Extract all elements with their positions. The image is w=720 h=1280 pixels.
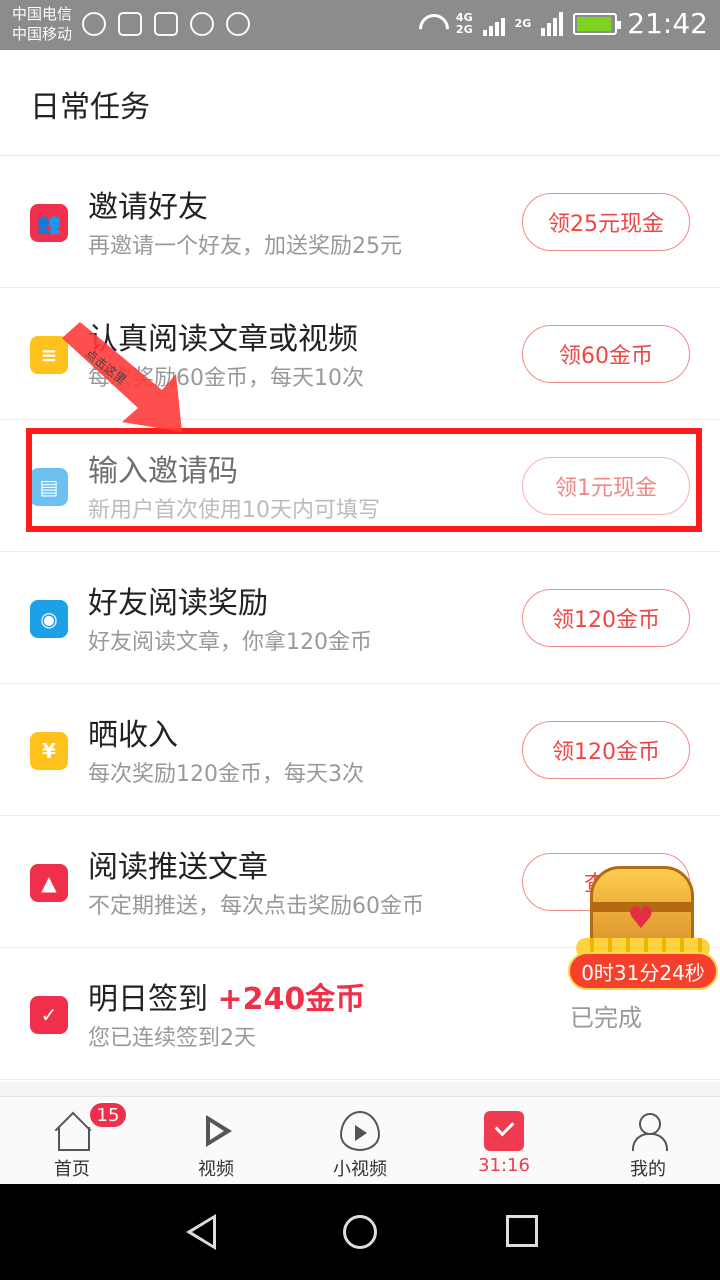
notification-badge: 15 xyxy=(88,1101,128,1129)
task-title-text: 晒收入 xyxy=(88,718,178,753)
user-icon xyxy=(628,1111,668,1151)
task-title: 明日签到 +240金币 xyxy=(88,974,365,1018)
tab-home[interactable]: 首页 15 xyxy=(0,1097,144,1184)
signal-icon-1 xyxy=(482,12,505,36)
clock: 21:42 xyxy=(627,7,708,40)
chest-timer: 0时31分24秒 xyxy=(568,952,718,990)
task-title: 阅读推送文章 xyxy=(88,842,268,886)
task-reward-button[interactable]: 领25元现金 xyxy=(522,193,690,251)
task-reward-button[interactable]: 领120金币 xyxy=(522,589,690,647)
section-divider xyxy=(0,1082,720,1096)
page-header: 日常任务 xyxy=(0,50,720,156)
stamp-icon xyxy=(154,12,178,36)
wechat-icon xyxy=(82,12,106,36)
task-reward-button[interactable]: 领1元现金 xyxy=(522,457,690,515)
battery-icon xyxy=(573,13,622,35)
task-title-text: 认真阅读文章或视频 xyxy=(88,322,358,357)
task-title-text: 明日签到 xyxy=(88,982,208,1017)
ticket-icon: ▤ xyxy=(30,468,68,506)
task-subtitle: 您已连续签到2天 xyxy=(88,1026,256,1051)
calendar-check-icon xyxy=(484,1111,524,1151)
task-status: 已完成 xyxy=(570,1004,642,1032)
task-title-text: 好友阅读奖励 xyxy=(88,586,268,621)
page-title: 日常任务 xyxy=(30,90,150,125)
task-title-text: 输入邀请码 xyxy=(88,454,238,489)
tab-tasks-label: 31:16 xyxy=(478,1155,530,1176)
tab-video-label: 视频 xyxy=(198,1159,234,1180)
task-title-text: 邀请好友 xyxy=(88,190,208,225)
eye-icon: ◉ xyxy=(30,600,68,638)
task-reward-button[interactable]: 领60金币 xyxy=(522,325,690,383)
tab-home-label: 首页 xyxy=(54,1159,90,1180)
task-title-text: 阅读推送文章 xyxy=(88,850,268,885)
tab-me-label: 我的 xyxy=(630,1159,666,1180)
invite-friends-icon: 👥 xyxy=(30,204,68,242)
tab-tasks[interactable]: 31:16 xyxy=(432,1097,576,1184)
task-subtitle: 每次奖励60金币，每天10次 xyxy=(88,366,364,391)
tab-video[interactable]: 视频 xyxy=(144,1097,288,1184)
task-row[interactable]: ◉ 好友阅读奖励好友阅读文章，你拿120金币 领120金币 xyxy=(0,552,720,684)
task-title: 邀请好友 xyxy=(88,182,208,226)
status-right: 4G 2G 2G 21:42 xyxy=(416,6,708,42)
document-icon: ≡ xyxy=(30,336,68,374)
task-title: 输入邀请码 xyxy=(88,446,238,490)
network-type-3: 2G xyxy=(514,17,532,30)
app-icon xyxy=(190,12,214,36)
task-reward-button[interactable]: 领120金币 xyxy=(522,721,690,779)
tab-me[interactable]: 我的 xyxy=(576,1097,720,1184)
money-bag-icon: ¥ xyxy=(30,732,68,770)
treasure-chest[interactable]: ♥ 0时31分24秒 xyxy=(568,858,718,992)
task-subtitle: 新用户首次使用10天内可填写 xyxy=(88,498,380,523)
home-circle-icon[interactable] xyxy=(343,1215,377,1249)
play-icon xyxy=(196,1111,236,1151)
task-title: 好友阅读奖励 xyxy=(88,578,268,622)
keyboard-icon xyxy=(118,12,142,36)
carrier-1: 中国电信 xyxy=(12,5,73,23)
calendar-check-icon: ✓ xyxy=(30,996,68,1034)
task-subtitle: 好友阅读文章，你拿120金币 xyxy=(88,630,372,655)
task-row[interactable]: ¥ 晒收入每次奖励120金币，每天3次 领120金币 xyxy=(0,684,720,816)
wifi-icon xyxy=(416,12,446,36)
signal-icon-2 xyxy=(541,12,564,36)
carrier-2: 中国移动 xyxy=(12,25,73,43)
bell-icon: ▲ xyxy=(30,864,68,902)
network-type-2: 2G xyxy=(455,23,473,36)
tab-short-video-label: 小视频 xyxy=(333,1159,387,1180)
status-bar: 中国电信 中国移动 4G 2G 2G 21:42 xyxy=(0,0,720,50)
notification-icons xyxy=(82,12,250,36)
flame-play-icon xyxy=(340,1111,380,1151)
task-row[interactable]: ▤ 输入邀请码新用户首次使用10天内可填写 领1元现金 xyxy=(0,420,720,552)
back-icon[interactable] xyxy=(186,1214,216,1250)
home-icon xyxy=(52,1111,92,1151)
carrier-info: 中国电信 中国移动 xyxy=(12,4,72,44)
recent-apps-icon[interactable] xyxy=(506,1215,538,1247)
task-subtitle: 不定期推送，每次点击奖励60金币 xyxy=(88,894,424,919)
bottom-tab-bar: 首页 15 视频 小视频 31:16 我的 xyxy=(0,1096,720,1184)
task-subtitle: 再邀请一个好友，加送奖励25元 xyxy=(88,234,402,259)
network-type: 4G 2G xyxy=(456,12,473,36)
task-title: 晒收入 xyxy=(88,710,178,754)
task-bonus: +240金币 xyxy=(217,982,366,1017)
task-subtitle: 每次奖励120金币，每天3次 xyxy=(88,762,364,787)
system-navigation-bar xyxy=(0,1184,720,1280)
task-title: 认真阅读文章或视频 xyxy=(88,314,358,358)
task-row[interactable]: ≡ 认真阅读文章或视频每次奖励60金币，每天10次 领60金币 xyxy=(0,288,720,420)
task-row[interactable]: 👥 邀请好友再邀请一个好友，加送奖励25元 领25元现金 xyxy=(0,156,720,288)
heart-icon: ♥ xyxy=(627,901,655,936)
shield-icon xyxy=(226,12,250,36)
tab-short-video[interactable]: 小视频 xyxy=(288,1097,432,1184)
